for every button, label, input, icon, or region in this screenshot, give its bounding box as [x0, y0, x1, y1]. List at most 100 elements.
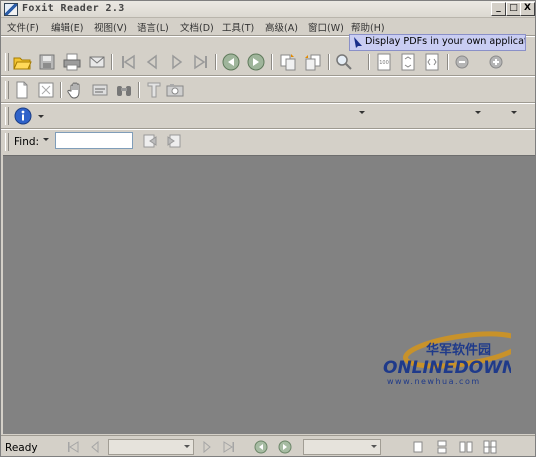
print-button[interactable] [61, 51, 83, 73]
zoom-in-dropdown-arrow-icon[interactable] [511, 107, 517, 117]
previous-page-button[interactable] [141, 51, 163, 73]
close-button[interactable]: X [520, 2, 535, 16]
menu-document[interactable]: 文档(D) [180, 20, 214, 34]
toolbar-separator [368, 54, 370, 70]
promo-banner-text: Display PDFs in your own applications [365, 36, 525, 47]
continuous-facing-view-button[interactable] [482, 439, 498, 455]
info-button[interactable] [12, 105, 34, 127]
paste-button[interactable] [302, 51, 324, 73]
info-toolbar [1, 103, 61, 129]
info-dropdown-arrow-icon[interactable] [38, 111, 44, 121]
actual-size-button[interactable]: 100 [373, 51, 395, 73]
find-button[interactable] [113, 79, 135, 101]
zoom-in-button[interactable] [485, 51, 507, 73]
continuous-view-icon [437, 440, 447, 454]
facing-view-button[interactable] [458, 439, 474, 455]
first-page-icon [122, 54, 135, 70]
menu-tools[interactable]: 工具(T) [222, 20, 254, 34]
document-area[interactable] [3, 155, 535, 434]
status-first-page-button[interactable] [65, 439, 81, 455]
toolbar-grip[interactable] [5, 133, 9, 151]
email-icon [89, 56, 105, 68]
toolbar-grip[interactable] [5, 53, 9, 71]
find-label: Find: [14, 136, 40, 148]
maximize-button[interactable]: □ [506, 2, 521, 16]
page-number-combo[interactable] [108, 439, 194, 455]
zoom-out-dropdown-arrow-icon[interactable] [475, 107, 481, 117]
find-previous-button[interactable] [139, 130, 161, 152]
forward-circle-icon [278, 440, 292, 454]
single-page-view-button[interactable] [410, 439, 426, 455]
email-button[interactable] [86, 51, 108, 73]
pointer-arrow-icon [354, 37, 362, 48]
menu-language[interactable]: 语言(L) [137, 20, 169, 34]
fit-width-button[interactable] [421, 51, 443, 73]
status-previous-page-button[interactable] [87, 439, 103, 455]
zoom-out-icon [455, 55, 469, 69]
zoom-dropdown-arrow-icon[interactable] [359, 107, 365, 117]
find-next-icon [167, 134, 181, 148]
find-next-button[interactable] [163, 130, 185, 152]
title-bar[interactable]: Foxit Reader 2.3 _ □ X [1, 1, 535, 18]
go-forward-button[interactable] [245, 51, 267, 73]
save-button[interactable] [36, 51, 58, 73]
single-page-button[interactable] [11, 79, 33, 101]
status-last-page-button[interactable] [221, 439, 237, 455]
status-next-page-button[interactable] [199, 439, 215, 455]
select-text-button[interactable] [89, 79, 111, 101]
single-page-icon [16, 81, 28, 99]
toolbar-separator [138, 82, 140, 98]
hand-icon [67, 82, 80, 99]
toolbar-grip[interactable] [5, 107, 9, 125]
copy-button[interactable] [277, 51, 299, 73]
zoom-out-button[interactable] [451, 51, 473, 73]
open-folder-icon [13, 57, 32, 70]
zoom-level-combo[interactable] [303, 439, 381, 455]
open-button[interactable] [11, 51, 33, 73]
toolbar-separator [328, 54, 330, 70]
menu-advanced[interactable]: 高级(A) [265, 20, 298, 34]
continuous-view-button[interactable] [434, 439, 450, 455]
go-back-button[interactable] [220, 51, 242, 73]
menu-bar: 文件(F) 编辑(E) 视图(V) 语言(L) 文档(D) 工具(T) 高级(A… [1, 18, 535, 34]
fit-page-button[interactable] [397, 51, 419, 73]
magnifier-icon [336, 54, 352, 70]
find-options-arrow-icon[interactable] [43, 137, 49, 143]
status-go-forward-button[interactable] [277, 439, 293, 455]
snapshot-button[interactable] [164, 79, 186, 101]
toolbar-separator [111, 54, 113, 70]
last-page-icon [223, 441, 234, 453]
fit-page-icon [401, 53, 415, 71]
menu-edit[interactable]: 编辑(E) [51, 20, 83, 34]
typewriter-t-icon [147, 82, 161, 98]
full-screen-button[interactable] [35, 79, 57, 101]
next-page-icon [203, 440, 211, 454]
hand-tool-button[interactable] [65, 79, 87, 101]
minimize-button[interactable]: _ [491, 2, 506, 16]
menu-view[interactable]: 视图(V) [94, 20, 127, 34]
last-page-button[interactable] [190, 51, 212, 73]
find-input[interactable] [55, 132, 133, 149]
zoom-tool-button[interactable] [333, 51, 355, 73]
menu-file[interactable]: 文件(F) [7, 20, 39, 34]
next-page-button[interactable] [166, 51, 188, 73]
toolbar-separator [215, 54, 217, 70]
select-text-icon [92, 84, 108, 96]
back-circle-icon [254, 440, 268, 454]
facing-view-icon [459, 441, 473, 453]
status-go-back-button[interactable] [253, 439, 269, 455]
menu-help[interactable]: 帮助(H) [351, 20, 385, 34]
printer-icon [63, 53, 81, 71]
tools-toolbar [1, 77, 191, 103]
last-page-icon [194, 54, 207, 70]
toolbar-grip[interactable] [5, 81, 9, 99]
toolbar-separator [60, 82, 62, 98]
back-circle-icon [222, 53, 240, 71]
typewriter-button[interactable] [143, 79, 165, 101]
first-page-button[interactable] [117, 51, 139, 73]
foxit-reader-window: Foxit Reader 2.3 _ □ X 文件(F) 编辑(E) 视图(V)… [0, 0, 536, 457]
toolbar-separator [447, 54, 449, 70]
svg-text:ONLINEDOWN: ONLINEDOWN [383, 358, 511, 378]
info-icon [14, 107, 32, 125]
menu-window[interactable]: 窗口(W) [308, 20, 344, 34]
